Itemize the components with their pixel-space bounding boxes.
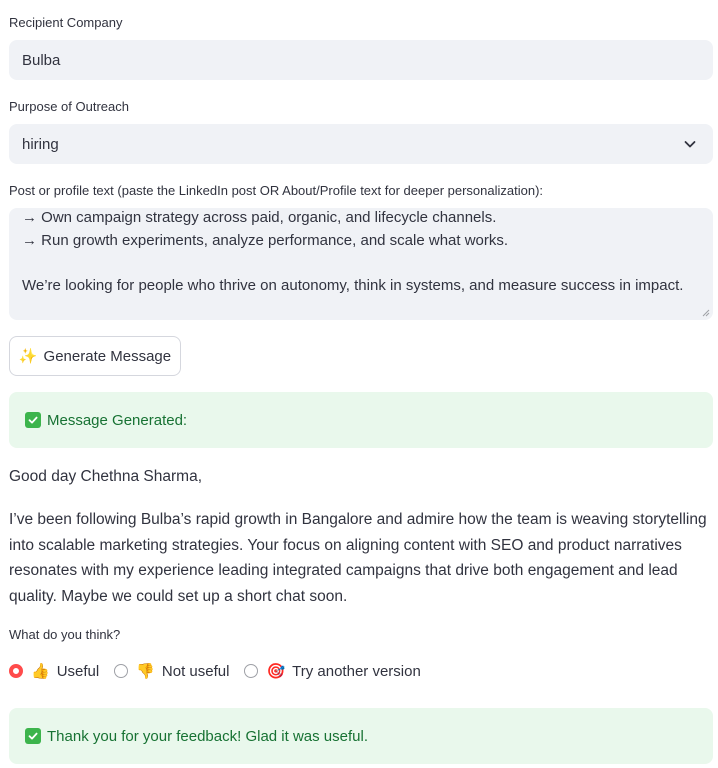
radio-unselected-icon (244, 664, 259, 678)
generated-alert: Message Generated: (9, 392, 713, 448)
radio-try-another[interactable]: 🎯 Try another version (244, 662, 421, 680)
feedback-thanks-text: Thank you for your feedback! Glad it was… (47, 727, 368, 745)
purpose-value: hiring (22, 135, 59, 153)
generated-alert-text: Message Generated: (47, 411, 188, 429)
resize-handle-icon[interactable] (702, 309, 710, 317)
chevron-down-icon (684, 141, 696, 148)
company-input[interactable]: Bulba (9, 40, 713, 80)
purpose-label: Purpose of Outreach (9, 99, 129, 114)
post-line: → Own campaign strategy across paid, org… (22, 209, 497, 226)
thumbs-down-icon: 👎 (136, 663, 155, 680)
company-label: Recipient Company (9, 15, 123, 30)
radio-label: Not useful (161, 662, 230, 680)
thumbs-up-icon: 👍 (31, 663, 50, 680)
check-icon (25, 728, 41, 744)
feedback-thanks-alert: Thank you for your feedback! Glad it was… (9, 708, 713, 764)
radio-selected-icon (9, 664, 23, 678)
generate-message-button[interactable]: ✨ Generate Message (9, 336, 181, 376)
feedback-radio-group: 👍 Useful 👎 Not useful 🎯 Try another vers… (9, 662, 436, 680)
message-greeting: Good day Chethna Sharma, (9, 468, 203, 485)
purpose-select[interactable]: hiring (9, 124, 713, 164)
post-textarea[interactable]: → Own campaign strategy across paid, org… (9, 208, 713, 320)
sparkles-icon: ✨ (18, 348, 38, 365)
check-icon (25, 412, 41, 428)
radio-label: Try another version (292, 662, 421, 680)
post-label: Post or profile text (paste the LinkedIn… (9, 183, 544, 198)
radio-unselected-icon (114, 664, 129, 678)
radio-useful[interactable]: 👍 Useful (9, 662, 99, 680)
message-body: I’ve been following Bulba’s rapid growth… (9, 511, 707, 605)
post-line (22, 252, 700, 275)
post-line: We’re looking for people who thrive on a… (22, 276, 684, 294)
generate-label: Generate Message (43, 347, 172, 365)
company-value: Bulba (22, 51, 61, 69)
feedback-question: What do you think? (9, 627, 121, 642)
post-line: → Run growth experiments, analyze perfor… (22, 231, 509, 249)
radio-not-useful[interactable]: 👎 Not useful (114, 662, 229, 680)
radio-label: Useful (56, 662, 100, 680)
target-icon: 🎯 (266, 663, 286, 680)
